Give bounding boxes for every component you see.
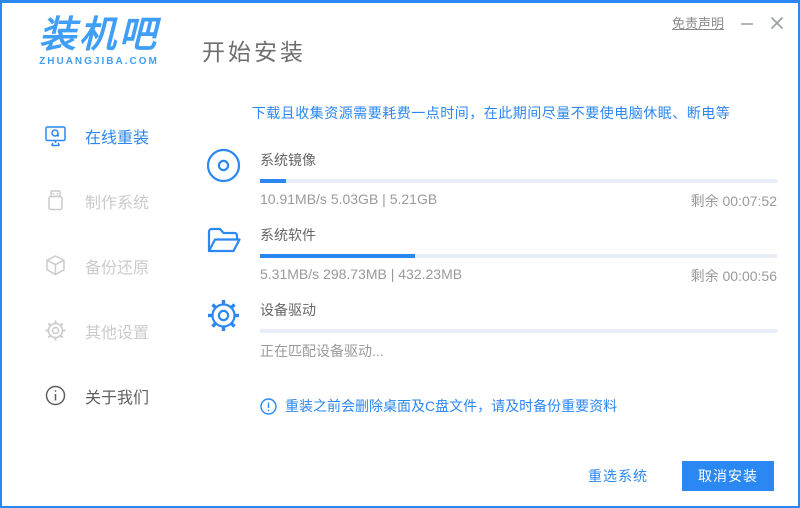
progress-bar: [260, 254, 777, 258]
task-speed-stats: 5.31MB/s 298.73MB | 432.23MB: [260, 266, 463, 282]
task-speed-stats: 10.91MB/s 5.03GB | 5.21GB: [260, 191, 438, 207]
titlebar-controls: 免责声明: [672, 13, 784, 32]
backup-cube-icon: [44, 254, 67, 277]
install-progress-panel: 下载且收集资源需要耗费一点时间，在此期间尽量不要使电脑休眠、断电等 系统镜像 1…: [205, 103, 777, 372]
disclaimer-link[interactable]: 免责声明: [672, 13, 724, 32]
minimize-icon: [741, 22, 753, 25]
page-title: 开始安装: [202, 39, 306, 65]
sidebar-item-label: 在线重装: [85, 129, 150, 147]
task-time-remaining: 剩余 00:00:56: [690, 268, 777, 284]
sidebar-item-about-us[interactable]: 关于我们: [2, 363, 194, 428]
sidebar: 在线重装 制作系统 备份还原 其他设置 关于我们: [2, 103, 194, 428]
task-title: 系统镜像: [260, 152, 316, 168]
app-logo-subtext: ZHUANGJIBA.COM: [39, 56, 159, 68]
sidebar-item-label: 其他设置: [85, 324, 150, 342]
footer-actions: 重选系统 取消安装: [588, 461, 774, 491]
progress-bar-fill: [260, 254, 416, 258]
backup-warning-note: 重装之前会删除桌面及C盘文件，请及时备份重要资料: [260, 396, 617, 416]
usb-icon: [44, 189, 67, 212]
task-title: 系统软件: [260, 227, 316, 243]
sidebar-item-make-system[interactable]: 制作系统: [2, 168, 194, 233]
task-system-image: 系统镜像 10.91MB/s 5.03GB | 5.21GB 剩余 00:07:…: [205, 147, 777, 211]
sidebar-item-label: 备份还原: [85, 259, 150, 277]
installer-window: { "window": { "logo_text": "装机吧", "logo_…: [0, 0, 800, 508]
task-title: 设备驱动: [260, 302, 316, 318]
exclamation-circle-icon: [260, 397, 277, 415]
backup-warning-text: 重装之前会删除桌面及C盘文件，请及时备份重要资料: [285, 398, 618, 414]
task-device-driver: 设备驱动 正在匹配设备驱动...: [205, 297, 777, 361]
app-logo-text: 装机吧: [39, 14, 159, 55]
sidebar-item-online-reinstall[interactable]: 在线重装: [2, 103, 194, 168]
progress-bar: [260, 329, 777, 333]
reselect-system-button[interactable]: 重选系统: [588, 466, 648, 486]
task-status-text: 正在匹配设备驱动...: [260, 343, 384, 359]
close-button[interactable]: [770, 16, 784, 30]
gear-icon: [205, 297, 242, 334]
folder-icon: [205, 222, 242, 259]
disc-icon: [205, 147, 242, 184]
sidebar-item-label: 关于我们: [85, 389, 150, 407]
download-notice: 下载且收集资源需要耗费一点时间，在此期间尽量不要使电脑休眠、断电等: [251, 105, 731, 121]
sidebar-item-other-settings[interactable]: 其他设置: [2, 298, 194, 363]
cancel-install-button[interactable]: 取消安装: [682, 461, 774, 491]
minimize-button[interactable]: [740, 16, 754, 30]
progress-bar: [260, 179, 777, 183]
info-icon: [44, 384, 67, 407]
sidebar-item-label: 制作系统: [85, 194, 150, 212]
task-time-remaining: 剩余 00:07:52: [690, 193, 777, 209]
sidebar-item-backup-restore[interactable]: 备份还原: [2, 233, 194, 298]
monitor-icon: [44, 124, 67, 147]
app-logo: 装机吧 ZHUANGJIBA.COM: [24, 11, 174, 67]
gear-icon: [44, 319, 67, 342]
task-system-software: 系统软件 5.31MB/s 298.73MB | 432.23MB 剩余 00:…: [205, 222, 777, 286]
progress-bar-fill: [260, 179, 286, 183]
close-icon: [770, 16, 784, 29]
